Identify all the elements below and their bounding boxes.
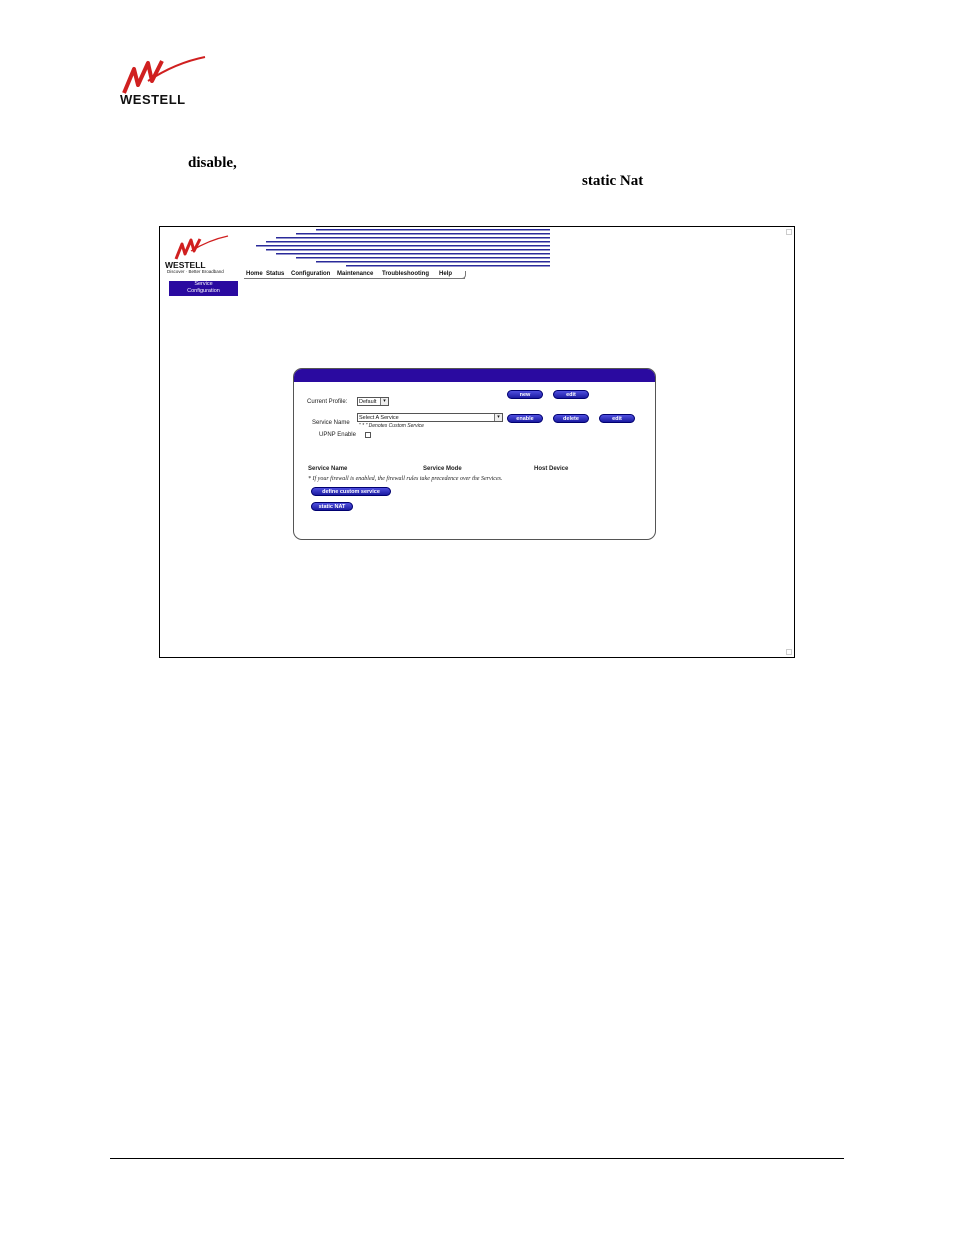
service-name-label: Service Name [312,420,350,426]
side-tab-line2: Configuration [187,288,220,294]
nav-home[interactable]: Home [246,271,263,277]
service-config-panel: Current Profile: Default ▾ new edit Serv… [293,368,656,540]
delete-service-button[interactable]: delete [553,414,589,423]
static-nat-button[interactable]: static NAT [311,502,353,511]
scroll-corner-top [786,229,792,235]
column-header-host-device: Host Device [534,466,569,472]
westell-swoosh-logo [122,56,206,94]
define-custom-service-button[interactable]: define custom service [311,487,391,496]
header-stripes-graphic [256,229,550,267]
current-profile-label: Current Profile: [307,399,348,405]
upnp-enable-checkbox[interactable] [365,432,371,438]
side-tab-service-configuration[interactable]: Service Configuration [169,281,238,296]
westell-logo-icon [174,235,229,260]
edit-service-button[interactable]: edit [599,414,635,423]
document-brand: WESTELL [120,92,186,107]
current-profile-select[interactable]: Default ▾ [357,397,389,406]
new-profile-button[interactable]: new [507,390,543,399]
nav-underline [244,278,465,279]
nav-configuration[interactable]: Configuration [291,271,330,277]
router-ui-screenshot: WESTELL Discover · Better Broadband Home… [159,226,795,658]
service-name-select[interactable]: Select A Service ▾ [357,413,503,422]
edit-profile-button[interactable]: edit [553,390,589,399]
column-header-service-mode: Service Mode [423,466,462,472]
chevron-down-icon: ▾ [380,398,388,405]
ui-tagline: Discover · Better Broadband [167,269,224,274]
nav-end-curve [460,271,466,279]
chevron-down-icon: ▾ [494,414,502,421]
panel-header-bar [294,369,655,382]
nav-maintenance[interactable]: Maintenance [337,271,373,277]
nav-troubleshooting[interactable]: Troubleshooting [382,271,429,277]
upnp-enable-label: UPNP Enable [319,432,356,438]
bold-term-disable: disable, [188,155,237,171]
column-header-service-name: Service Name [308,466,348,472]
firewall-precedence-note: * If your firewall is enabled, the firew… [308,476,503,482]
bold-term-static-nat: static Nat [582,173,644,189]
scroll-corner-bottom [786,649,792,655]
nav-help[interactable]: Help [439,271,452,277]
enable-service-button[interactable]: enable [507,414,543,423]
footer-rule [110,1158,844,1159]
side-tab-line1: Service [194,281,213,287]
nav-status[interactable]: Status [266,271,284,277]
custom-service-note: " * " Denotes Custom Service [359,423,424,429]
